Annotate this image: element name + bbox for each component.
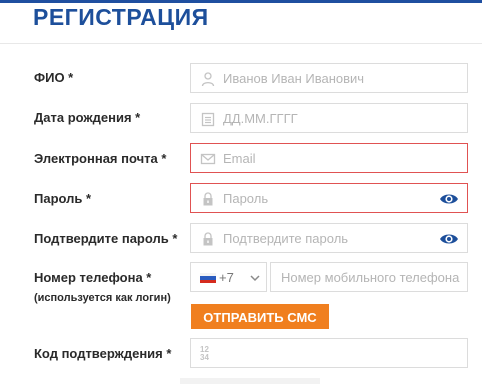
email-label: Электронная почта * <box>34 151 167 166</box>
email-field[interactable]: Email <box>190 143 468 173</box>
birth-date-label: Дата рождения * <box>34 110 141 125</box>
phone-number-field[interactable]: Номер мобильного телефона <box>270 262 468 292</box>
eye-icon[interactable] <box>439 231 459 247</box>
phone-sublabel: (используется как логин) <box>34 292 171 304</box>
digits-icon-bottom: 34 <box>200 353 209 362</box>
email-placeholder: Email <box>223 151 256 166</box>
full-name-label: ФИО * <box>34 70 74 85</box>
password-field[interactable]: Пароль <box>190 183 468 213</box>
top-accent-bar <box>0 0 482 3</box>
password-confirm-placeholder: Подтвердите пароль <box>223 231 349 246</box>
country-code-select[interactable]: +7 <box>190 262 267 292</box>
user-icon <box>201 72 215 87</box>
password-label: Пароль * <box>34 191 92 206</box>
birth-date-placeholder: ДД.ММ.ГГГГ <box>223 111 298 126</box>
calendar-icon <box>201 112 215 127</box>
password-confirm-label: Подтвердите пароль * <box>34 231 178 246</box>
password-placeholder: Пароль <box>223 191 269 206</box>
lock-icon <box>203 232 213 246</box>
confirmation-code-label: Код подтверждения * <box>34 346 172 361</box>
lock-icon <box>203 192 213 206</box>
digits-icon: 12 34 <box>200 346 216 362</box>
phone-label: Номер телефона * <box>34 270 152 285</box>
russia-flag-icon <box>200 273 216 283</box>
envelope-icon <box>200 153 216 165</box>
full-name-placeholder: Иванов Иван Иванович <box>223 71 365 86</box>
phone-number-placeholder: Номер мобильного телефона <box>281 270 460 285</box>
footer-strip <box>180 378 320 384</box>
page-title: РЕГИСТРАЦИЯ <box>33 4 209 30</box>
confirmation-code-field[interactable]: 12 34 <box>190 338 468 368</box>
header-divider <box>0 43 482 44</box>
chevron-down-icon <box>250 275 260 282</box>
password-confirm-field[interactable]: Подтвердите пароль <box>190 223 468 253</box>
country-code-value: +7 <box>219 270 234 285</box>
birth-date-field[interactable]: ДД.ММ.ГГГГ <box>190 103 468 133</box>
send-sms-button[interactable]: ОТПРАВИТЬ СМС <box>191 304 329 329</box>
full-name-field[interactable]: Иванов Иван Иванович <box>190 63 468 93</box>
eye-icon[interactable] <box>439 191 459 207</box>
